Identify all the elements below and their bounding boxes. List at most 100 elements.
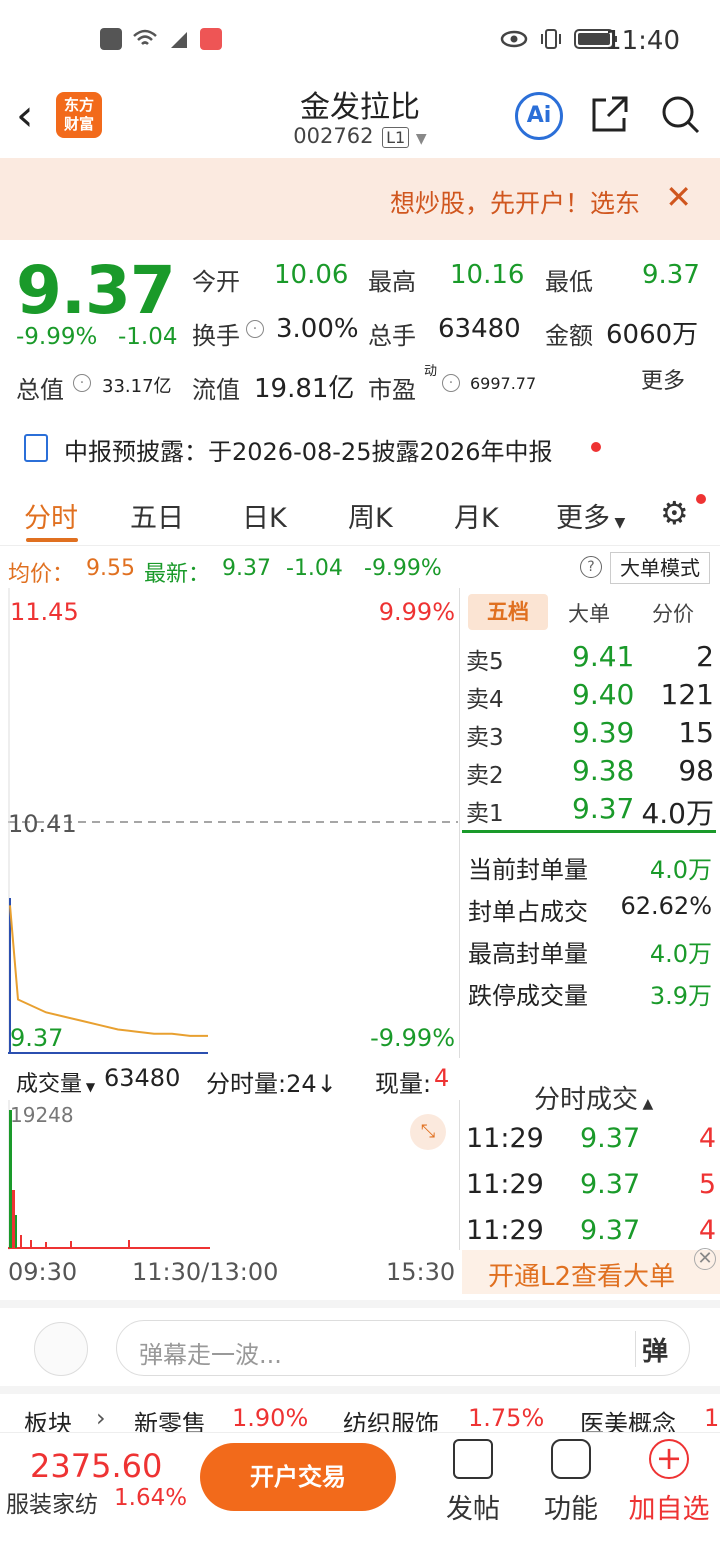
add-watchlist-button[interactable]: + 加自选: [624, 1439, 714, 1526]
change-percent: -9.99%: [16, 324, 98, 350]
tab-more-label: 更多: [556, 503, 610, 534]
ask-row: 卖5 9.41 2: [462, 638, 720, 676]
post-button[interactable]: 发帖: [428, 1439, 518, 1526]
chart-tabs: 分时 五日 日K 周K 月K 更多 ▼ ⚙: [0, 486, 720, 546]
barrage-input[interactable]: 弹幕走一波... 弹: [116, 1320, 690, 1376]
time-label: 15:30: [386, 1258, 456, 1286]
ask-qty: 121: [660, 678, 714, 711]
ask-price: 9.39: [572, 716, 635, 749]
info-icon[interactable]: ·: [73, 374, 91, 392]
index-name: 服装家纺: [6, 1492, 98, 1518]
volume-chart[interactable]: 19248 ⤡: [0, 1100, 460, 1250]
clock: 11:40: [605, 26, 680, 56]
turnover-label: 换手: [192, 322, 240, 350]
tab-intraday[interactable]: 分时: [24, 496, 78, 535]
avg-price-line: [9, 905, 208, 1037]
notice-text: 中报预披露：于2026-08-25披露2026年中报: [64, 438, 553, 466]
level-tag: L1: [382, 127, 410, 148]
share-icon[interactable]: [590, 94, 630, 134]
quote-panel: 9.37 -9.99% -1.04 今开 10.06 最高 10.16 最低 9…: [0, 240, 720, 420]
ask-qty: 2: [696, 640, 714, 673]
tick-list-title-label: 分时成交: [534, 1085, 639, 1115]
y-bottom-label: 9.37: [10, 1024, 63, 1052]
tab-weekly[interactable]: 周K: [348, 496, 393, 535]
tab-level5[interactable]: 五档: [468, 594, 548, 630]
sector-pct: 1.90%: [232, 1404, 309, 1432]
seal-label: 封单占成交: [468, 898, 588, 926]
tab-price-dist[interactable]: 分价: [652, 598, 694, 628]
index-pct: 1.64%: [114, 1485, 188, 1511]
volume-max-label: 19248: [10, 1103, 74, 1127]
seal-label: 当前封单量: [468, 856, 588, 884]
time-axis: 09:30 11:30/13:00 15:30: [0, 1256, 460, 1290]
open-label: 今开: [192, 268, 240, 296]
high-value: 10.16: [450, 260, 525, 290]
index-value[interactable]: 2375.60: [30, 1447, 162, 1485]
pct-bottom-label: -9.99%: [370, 1024, 455, 1052]
sector-name[interactable]: 新零售: [134, 1404, 206, 1432]
barrage-placeholder: 弹幕走一波...: [139, 1341, 282, 1369]
wifi-icon: [133, 29, 157, 45]
volume-bar: [30, 1240, 32, 1248]
search-icon[interactable]: [660, 94, 700, 134]
function-label: 功能: [544, 1494, 598, 1525]
ask-row: 卖4 9.40 121: [462, 676, 720, 714]
tab-big-order[interactable]: 大单: [568, 598, 610, 628]
close-icon[interactable]: ✕: [665, 178, 692, 216]
current-volume: 4: [434, 1064, 450, 1092]
status-icons-right: [500, 28, 618, 50]
header: ‹ 东方 财富 金发拉比 002762 L1 ▼ Ai: [0, 80, 720, 158]
more-button[interactable]: 更多: [628, 364, 698, 400]
tick-time: 11:29: [466, 1123, 544, 1154]
barrage-toggle-button[interactable]: 弹: [635, 1331, 675, 1367]
divider: [462, 830, 716, 833]
barrage-bar: 弹幕走一波... 弹: [0, 1300, 720, 1386]
alert-icon: [100, 28, 122, 50]
info-icon[interactable]: ·: [442, 374, 460, 392]
big-order-mode-button[interactable]: 大单模式: [610, 552, 710, 584]
volume-bar: [70, 1241, 72, 1248]
ask-row: 卖1 9.37 4.0万: [462, 790, 720, 830]
close-icon[interactable]: ✕: [694, 1248, 716, 1270]
ask-row: 卖3 9.39 15: [462, 714, 720, 752]
edit-icon: [453, 1439, 493, 1479]
sector-name[interactable]: 纺织服饰: [343, 1404, 439, 1432]
ai-button[interactable]: Ai: [515, 92, 563, 140]
tick-list-title[interactable]: 分时成交 ▲: [534, 1079, 653, 1116]
sector-name[interactable]: 医美概念: [580, 1404, 676, 1432]
open-account-trade-button[interactable]: 开户交易: [200, 1443, 396, 1511]
plus-icon: +: [649, 1439, 689, 1479]
turnover-value: 3.00%: [276, 314, 359, 344]
expand-icon[interactable]: ⤡: [410, 1114, 446, 1150]
tab-5day[interactable]: 五日: [130, 496, 184, 535]
l2-promo[interactable]: 开通L2查看大单 ✕: [462, 1248, 720, 1294]
help-icon[interactable]: ?: [580, 556, 602, 578]
badge-dot: [696, 494, 706, 504]
tab-more[interactable]: 更多 ▼: [556, 496, 625, 535]
mktcap-label: 总值: [16, 376, 64, 404]
account-banner[interactable]: 想炒股，先开户！选东 ✕: [0, 158, 720, 240]
volume-selector[interactable]: 成交量 ▼: [16, 1066, 95, 1098]
seal-value: 4.0万: [649, 940, 712, 968]
barrage-settings-icon[interactable]: [34, 1322, 88, 1376]
notice-bar[interactable]: 中报预披露：于2026-08-25披露2026年中报: [0, 420, 720, 476]
order-book: 五档 大单 分价 卖5 9.41 2 卖4 9.40 121 卖3 9.39 15 卖2 9.…: [462, 588, 720, 1073]
status-bar: 11:40: [0, 0, 720, 80]
volume-total: 63480: [104, 1064, 181, 1092]
tab-daily[interactable]: 日K: [242, 496, 287, 535]
ask-price: 9.38: [572, 754, 635, 787]
unread-dot: [591, 442, 601, 452]
latest-pct: -9.99%: [364, 556, 442, 581]
seal-row: 跌停成交量 3.9万: [468, 976, 718, 1011]
status-icons-left: [100, 28, 222, 50]
function-button[interactable]: 功能: [526, 1439, 616, 1526]
tick-row: 11:29 9.37 5: [462, 1169, 720, 1213]
volume-bar: [45, 1242, 47, 1248]
gear-icon[interactable]: ⚙: [660, 494, 689, 532]
intraday-chart[interactable]: 11.45 10.41 9.37 9.99% -9.99%: [0, 588, 460, 1058]
info-icon[interactable]: ·: [246, 320, 264, 338]
pe-dynamic-tag: 动: [424, 364, 438, 379]
document-icon: [24, 434, 48, 462]
tab-monthly[interactable]: 月K: [454, 496, 499, 535]
sector-strip[interactable]: 板块 › 新零售 1.90% 纺织服饰 1.75% 医美概念 1: [0, 1386, 720, 1432]
